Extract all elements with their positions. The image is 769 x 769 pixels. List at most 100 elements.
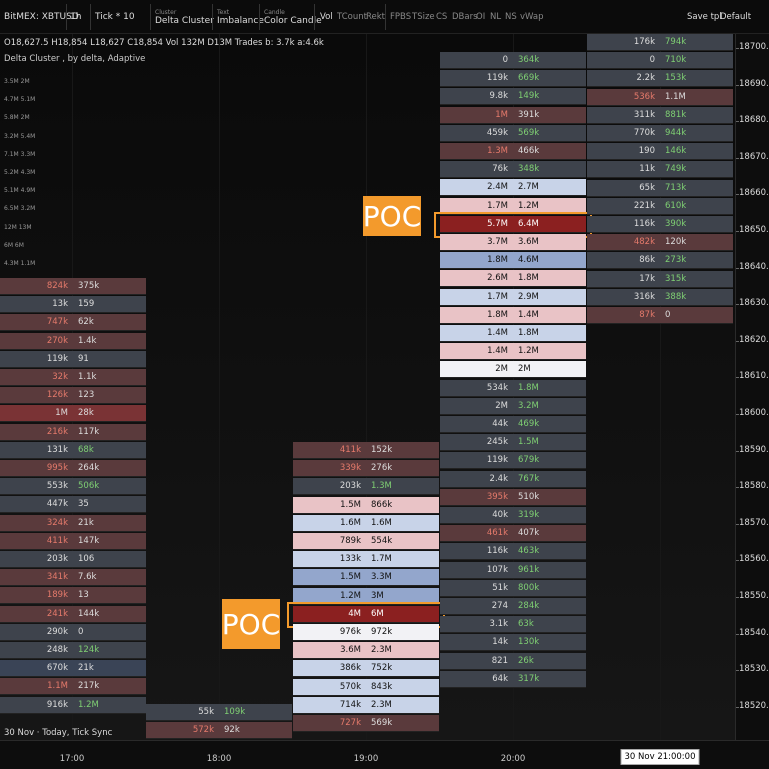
bid-volume: 216k	[46, 426, 68, 437]
text-dropdown[interactable]: Text Imbalance	[217, 0, 264, 34]
price-label: 18600.0	[739, 408, 769, 418]
bid-volume: 241k	[46, 608, 68, 619]
price-label: 18550.0	[739, 591, 769, 601]
cluster-cell: 411k 147k	[0, 532, 146, 550]
cluster-cell: 270k 1.4k	[0, 332, 146, 350]
bid-volume: 176k	[633, 37, 655, 47]
candle-dropdown[interactable]: Candle Color Candle	[264, 0, 322, 34]
ask-volume: 0	[78, 626, 84, 637]
cluster-cell: 13k 159	[0, 296, 146, 314]
time-label: 20:00	[500, 754, 526, 764]
price-label: 18620.0	[739, 334, 769, 345]
cluster-cell: 447k 35	[0, 496, 146, 514]
time-label: 18:00	[206, 754, 232, 764]
bid-volume: 770k	[633, 128, 655, 138]
toggle-fpbs[interactable]: FPBS	[390, 0, 411, 34]
bid-volume: 553k	[46, 481, 68, 492]
toggle-vol[interactable]: Vol	[320, 0, 333, 34]
ask-volume: 510k	[518, 491, 540, 502]
bid-volume: 274	[491, 601, 508, 611]
toggle-tcount[interactable]: TCount	[337, 0, 367, 34]
bid-volume: 395k	[486, 491, 508, 502]
price-label: 18630.0	[739, 298, 769, 309]
cluster-value: Delta Cluster	[155, 15, 214, 26]
bid-volume: 316k	[633, 291, 655, 302]
bid-volume: 1.5M	[340, 572, 361, 583]
ask-volume: 68k	[78, 444, 94, 455]
ask-volume: 407k	[518, 528, 540, 539]
cluster-cell: 2.2k 153k	[587, 70, 733, 88]
bid-volume: 76k	[492, 164, 508, 175]
toggle-vwap[interactable]: vWap	[520, 0, 544, 34]
tick-selector[interactable]: Tick * 10	[95, 0, 135, 34]
bid-volume: 32k	[52, 372, 68, 382]
default-button[interactable]: Default	[720, 0, 751, 34]
bid-volume: 341k	[46, 572, 68, 583]
bid-volume: 248k	[46, 645, 68, 655]
bid-volume: 3.1k	[489, 619, 508, 630]
ask-volume: 130k	[518, 637, 540, 648]
ask-volume: 21k	[78, 663, 94, 674]
bid-volume: 119k	[486, 73, 508, 84]
toggle-nl[interactable]: NL	[490, 0, 501, 34]
cluster-cell: 1.5M 866k	[293, 496, 439, 514]
bid-volume: 411k	[46, 535, 68, 546]
bid-volume: 1.8M	[487, 255, 508, 266]
cluster-cell: 821 26k	[440, 652, 586, 670]
price-label: 18590.0	[739, 444, 769, 455]
ask-volume: 1.2M	[518, 346, 539, 357]
timeframe-selector[interactable]: 1h	[70, 0, 81, 34]
bid-volume: 1M	[55, 408, 68, 419]
cluster-cell: 714k 2.3M	[293, 696, 439, 714]
ask-volume: 348k	[518, 164, 540, 175]
time-axis[interactable]: 17:00 18:00 19:00 20:00 30 Nov 21:00:00	[0, 740, 769, 769]
toggle-cs[interactable]: CS	[436, 0, 447, 34]
left-volume-label: 3.2M 5.4M	[4, 132, 36, 140]
toggle-dbars[interactable]: DBars	[452, 0, 478, 34]
cluster-cell: 395k 510k	[440, 488, 586, 506]
toggle-ns[interactable]: NS	[505, 0, 517, 34]
ask-volume: 2.3M	[371, 645, 392, 656]
toggle-tsize[interactable]: TSize	[412, 0, 435, 34]
bid-volume: 9.8k	[489, 91, 508, 102]
cluster-cell: 17k 315k	[587, 270, 733, 288]
bid-volume: 126k	[46, 390, 68, 401]
cluster-cell: 1.4M 1.2M	[440, 343, 586, 361]
ask-volume: 319k	[518, 510, 540, 520]
cluster-cell: 189k 13	[0, 587, 146, 605]
bid-volume: 245k	[486, 437, 508, 448]
bid-volume: 714k	[339, 699, 361, 710]
price-axis[interactable]: 18700.0 18690.0 18680.0 18670.0 18660.0 18650…	[735, 34, 769, 740]
cluster-cell: 1.1M 217k	[0, 678, 146, 696]
ask-volume: 2.3M	[371, 699, 392, 710]
bid-volume: 1.6M	[340, 517, 361, 528]
ask-volume: 2.9M	[518, 291, 539, 302]
cluster-dropdown[interactable]: Cluster Delta Cluster	[155, 0, 214, 34]
bid-volume: 976k	[339, 627, 361, 637]
cluster-cell: 0 710k	[587, 52, 733, 70]
price-label: 18560.0	[739, 554, 769, 565]
cluster-cell: 11k 749k	[587, 161, 733, 179]
ask-volume: 91	[78, 353, 89, 364]
cluster-cell: 789k 554k	[293, 533, 439, 550]
bid-volume: 747k	[46, 317, 68, 328]
ask-volume: 217k	[78, 681, 100, 692]
ask-volume: 506k	[78, 481, 100, 492]
save-template-button[interactable]: Save tpl	[687, 0, 722, 34]
price-label: 18640.0	[739, 261, 769, 272]
bid-volume: 270k	[46, 335, 68, 346]
ask-volume: 276k	[371, 463, 393, 474]
bid-volume: 0	[502, 55, 508, 65]
chart-area[interactable]: 824k 375k 13k 159 747k 62k 270k 1.4k 119k 91 32k 1.…	[0, 34, 735, 740]
bid-volume: 13k	[52, 299, 68, 310]
ask-volume: 710k	[665, 55, 687, 66]
price-label: 18580.0	[739, 481, 769, 492]
cluster-cell: 51k 800k	[440, 579, 586, 597]
bid-volume: 1.3M	[487, 146, 508, 156]
bid-volume: 570k	[339, 681, 361, 692]
toggle-rekt[interactable]: Rekt	[366, 0, 385, 34]
symbol-selector[interactable]: BitMEX: XBTUSD	[4, 0, 79, 34]
cluster-cell: 87k 0	[587, 307, 733, 324]
ask-volume: 752k	[371, 663, 393, 674]
toggle-oi[interactable]: OI	[476, 0, 485, 34]
